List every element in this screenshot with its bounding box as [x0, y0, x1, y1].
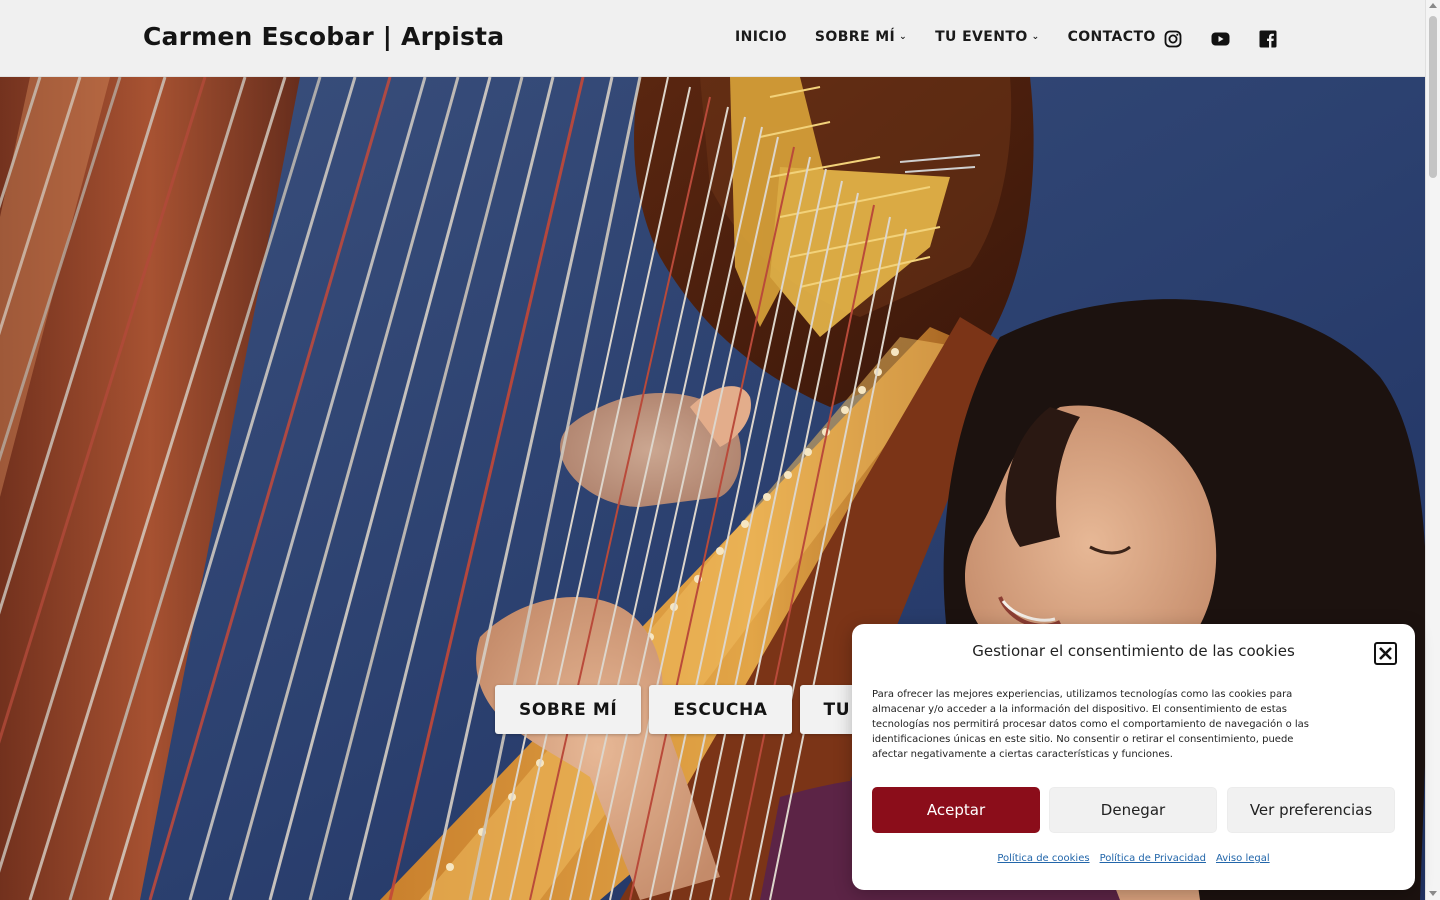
- nav-item-label: INICIO: [735, 29, 787, 45]
- chevron-down-icon: ⌄: [1031, 32, 1040, 42]
- cookie-policy-link[interactable]: Política de cookies: [997, 853, 1089, 864]
- scrollbar-thumb[interactable]: [1429, 16, 1437, 178]
- nav-item-contacto[interactable]: CONTACTO: [1068, 29, 1156, 45]
- cookie-dialog-title: Gestionar el consentimiento de las cooki…: [972, 642, 1295, 660]
- close-icon[interactable]: [1374, 642, 1397, 665]
- deny-button[interactable]: Denegar: [1049, 787, 1217, 833]
- nav-item-label: TU EVENTO: [935, 29, 1028, 45]
- main-nav: INICIO SOBRE MÍ ⌄ TU EVENTO ⌄ CONTACTO: [735, 29, 1184, 45]
- escucha-button[interactable]: ESCUCHA: [649, 685, 792, 734]
- nav-item-inicio[interactable]: INICIO: [735, 29, 787, 45]
- nav-item-label: SOBRE MÍ: [814, 29, 896, 45]
- page: Carmen Escobar | Arpista INICIO SOBRE MÍ…: [0, 0, 1440, 900]
- cookie-dialog-links: Política de cookies Política de Privacid…: [852, 853, 1415, 864]
- scroll-down-arrow-icon[interactable]: [1429, 891, 1437, 896]
- youtube-icon[interactable]: [1210, 29, 1230, 49]
- sobre-mi-button[interactable]: SOBRE MÍ: [495, 685, 642, 734]
- cookie-dialog-body: Para ofrecer las mejores experiencias, u…: [872, 689, 1310, 760]
- instagram-icon[interactable]: [1163, 29, 1183, 49]
- privacy-policy-link[interactable]: Política de Privacidad: [1100, 853, 1206, 864]
- scroll-up-arrow-icon[interactable]: [1429, 3, 1437, 8]
- nav-item-label: CONTACTO: [1067, 29, 1156, 45]
- view-preferences-button[interactable]: Ver preferencias: [1227, 787, 1395, 833]
- legal-notice-link[interactable]: Aviso legal: [1216, 853, 1270, 864]
- site-header: Carmen Escobar | Arpista INICIO SOBRE MÍ…: [0, 0, 1425, 77]
- page-scrollbar[interactable]: [1425, 0, 1440, 900]
- chevron-down-icon: ⌄: [899, 32, 908, 42]
- accept-button[interactable]: Aceptar: [872, 787, 1040, 833]
- nav-item-sobre-mi[interactable]: SOBRE MÍ ⌄: [815, 29, 907, 45]
- site-title[interactable]: Carmen Escobar | Arpista: [143, 22, 504, 51]
- facebook-icon[interactable]: [1258, 29, 1278, 49]
- cookie-consent-dialog: Gestionar el consentimiento de las cooki…: [852, 624, 1415, 890]
- nav-item-tu-evento[interactable]: TU EVENTO ⌄: [935, 29, 1039, 45]
